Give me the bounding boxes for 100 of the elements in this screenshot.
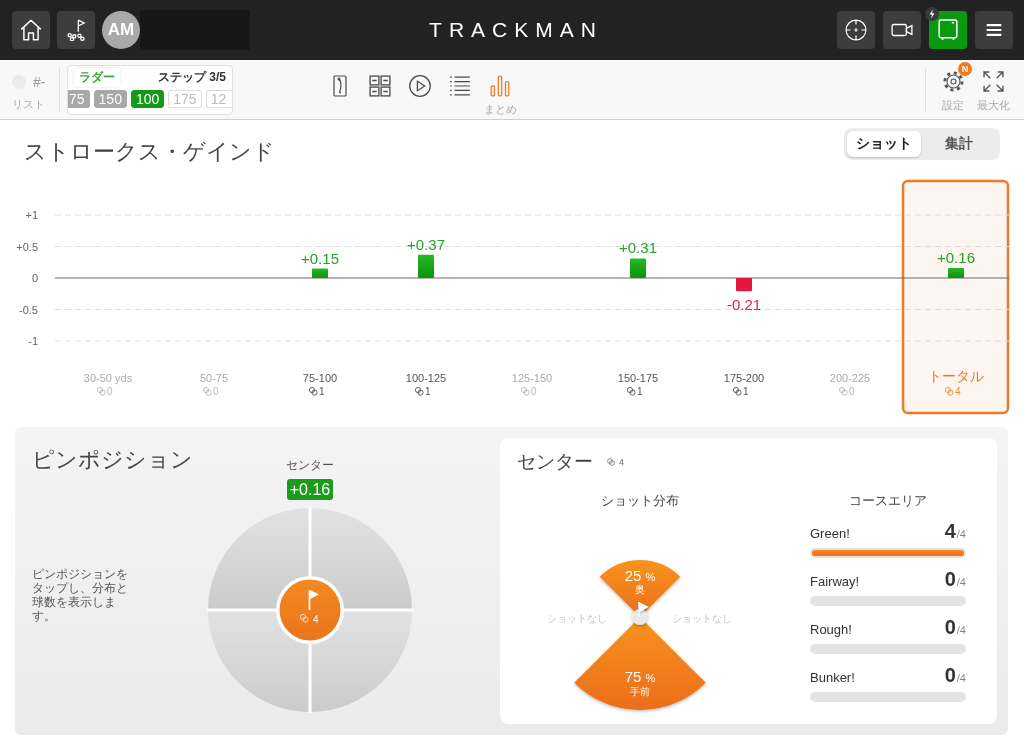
pin-flag-icon bbox=[632, 601, 649, 625]
wedge-label: 手前 bbox=[630, 686, 650, 697]
value-label: -0.21 bbox=[726, 296, 762, 314]
shot-count: 1 bbox=[319, 386, 325, 397]
selected-position-label: センター bbox=[286, 457, 334, 473]
hint-text: ピンポジションをタップし、分布と球数を表示します。 bbox=[32, 567, 128, 623]
shot-count: 0 bbox=[107, 386, 113, 397]
value-label: +0.37 bbox=[407, 235, 445, 253]
category-label: 75-100 bbox=[302, 372, 338, 384]
ball-icon bbox=[96, 386, 106, 396]
target-chip[interactable]: 150 bbox=[93, 89, 127, 108]
square-screen-icon bbox=[937, 19, 959, 41]
home-button[interactable] bbox=[12, 11, 50, 49]
category-label: 200-225 bbox=[829, 372, 871, 384]
value-label: +0.15 bbox=[301, 249, 339, 267]
play-icon bbox=[409, 75, 431, 97]
shot-count: 1 bbox=[637, 386, 643, 397]
menu-button[interactable] bbox=[975, 11, 1013, 49]
shot-count: 4 bbox=[313, 614, 319, 625]
wedge-label: 奥 bbox=[635, 584, 645, 595]
axis-tick-label: +1 bbox=[25, 209, 38, 221]
area-name: Fairway! bbox=[810, 574, 861, 589]
card-title: センター bbox=[517, 450, 593, 474]
bar bbox=[312, 268, 328, 278]
target-chip[interactable]: 175 bbox=[168, 89, 202, 108]
target-button[interactable] bbox=[837, 11, 875, 49]
lightning-icon bbox=[925, 7, 939, 21]
shot-count: 4 bbox=[955, 386, 961, 397]
bar bbox=[736, 278, 752, 292]
pin-center-zone[interactable] bbox=[279, 579, 341, 641]
ball-icon bbox=[607, 458, 615, 466]
target-chip[interactable]: 100 bbox=[130, 89, 165, 108]
list-button[interactable]: #- リスト bbox=[12, 73, 52, 112]
view-tab[interactable]: まとめ bbox=[480, 60, 520, 119]
ball-icon bbox=[414, 386, 424, 396]
ball-icon bbox=[520, 386, 530, 396]
area-count: 4 bbox=[944, 522, 956, 540]
value-label: +0.31 bbox=[619, 239, 657, 257]
shot-count: 0 bbox=[213, 386, 219, 397]
shot-count: 4 bbox=[619, 457, 624, 467]
shot-count: 0 bbox=[531, 386, 537, 397]
crosshair-icon bbox=[845, 19, 867, 41]
shot-count: 1 bbox=[425, 386, 431, 397]
target-chip[interactable]: 75 bbox=[68, 89, 90, 108]
axis-tick-label: +0.5 bbox=[16, 240, 38, 253]
area-count: 0 bbox=[944, 666, 956, 684]
segment-button[interactable]: 集計 bbox=[921, 131, 997, 157]
ladder-tag: ラダー bbox=[74, 67, 120, 87]
axis-tick-label: -1 bbox=[28, 335, 38, 347]
ball-icon bbox=[838, 386, 848, 396]
area-count: 0 bbox=[944, 570, 956, 588]
area-total: /4 bbox=[956, 528, 966, 540]
area-total: /4 bbox=[956, 624, 966, 636]
flag-path-icon bbox=[65, 19, 87, 41]
category-label: トータル bbox=[928, 368, 984, 384]
shot-count: 1 bbox=[743, 386, 749, 397]
maximize-button[interactable]: 最大化 bbox=[973, 70, 1013, 113]
category-label: 150-175 bbox=[617, 372, 659, 384]
score-badge: +0.16 bbox=[286, 479, 334, 500]
area-total: /4 bbox=[956, 672, 966, 684]
area-name: Rough! bbox=[810, 622, 853, 637]
bar bbox=[948, 267, 964, 278]
area-count: 0 bbox=[944, 618, 956, 636]
avatar[interactable]: AM bbox=[102, 11, 140, 49]
grid-icon bbox=[369, 75, 391, 97]
ball-icon bbox=[944, 386, 954, 396]
bar bbox=[630, 258, 646, 278]
selected-column-highlight[interactable] bbox=[901, 179, 1010, 415]
list-icon bbox=[449, 75, 471, 97]
wedge-percent: 25 % bbox=[624, 567, 656, 584]
home-icon bbox=[20, 19, 42, 41]
course-button[interactable] bbox=[57, 11, 95, 49]
category-label: 125-150 bbox=[511, 372, 553, 384]
category-label: 175-200 bbox=[723, 372, 765, 384]
category-label: 50-75 bbox=[199, 372, 229, 384]
area-name: Green! bbox=[810, 526, 851, 541]
shot-count: 0 bbox=[849, 386, 855, 397]
ball-icon bbox=[626, 386, 636, 396]
bar-chart-icon bbox=[489, 75, 511, 97]
value-label: +0.16 bbox=[937, 248, 975, 266]
area-name: Bunker! bbox=[810, 670, 856, 685]
bar bbox=[418, 254, 434, 278]
section-title: ピンポジション bbox=[32, 446, 194, 474]
camera-button[interactable] bbox=[883, 11, 921, 49]
ball-icon bbox=[299, 613, 309, 623]
area-total: /4 bbox=[956, 576, 966, 588]
section-title: ストロークス・ゲインド bbox=[24, 138, 275, 166]
column-title: ショット分布 bbox=[601, 492, 679, 510]
flag-icon bbox=[308, 589, 319, 611]
ball-icon bbox=[308, 386, 318, 396]
axis-tick-label: -0.5 bbox=[19, 303, 38, 316]
column-title: コースエリア bbox=[848, 492, 928, 510]
expand-icon bbox=[982, 70, 1004, 92]
step-label: ステップ 3/5 bbox=[158, 68, 226, 86]
category-label: 30-50 yds bbox=[83, 372, 133, 384]
logo: TRACKMAN bbox=[428, 18, 603, 42]
notification-badge: N bbox=[958, 61, 972, 76]
axis-tick-label: 0 bbox=[31, 272, 38, 284]
segment-button[interactable]: ショット bbox=[847, 131, 921, 157]
target-chip[interactable]: 12 bbox=[205, 89, 232, 108]
